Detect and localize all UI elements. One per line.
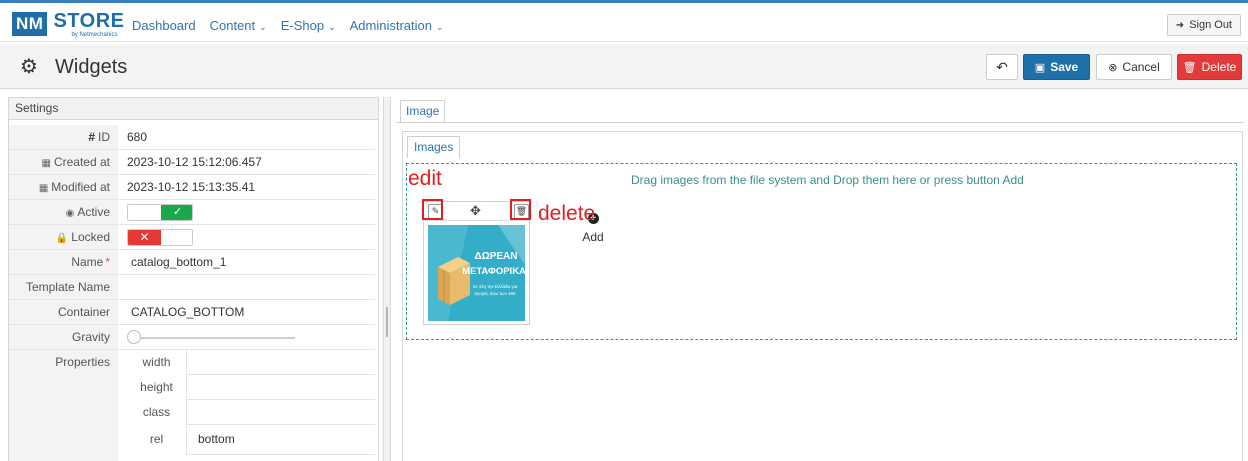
modified-value: 2023-10-12 15:13:35.41: [119, 175, 375, 200]
trash-icon: 🗑: [1182, 61, 1197, 74]
save-button[interactable]: ▣ Save: [1023, 54, 1090, 80]
hash-icon: #: [88, 130, 95, 144]
brand-logo[interactable]: NM STORE by Netmechanics: [12, 10, 125, 38]
svg-text:ΜΕΤΑΦΟΡΙΚΑ: ΜΕΤΑΦΟΡΙΚΑ: [462, 266, 525, 277]
row-modified: ▦ Modified at 2023-10-12 15:13:35.41: [9, 175, 379, 200]
gravity-slider-handle[interactable]: [127, 330, 141, 344]
id-value: 680: [119, 125, 375, 150]
svg-text:αγορές άνω των 40€: αγορές άνω των 40€: [474, 290, 516, 296]
row-locked: 🔒 Locked ✕: [9, 225, 379, 250]
chevron-down-icon: ⌄: [436, 22, 444, 32]
page-title: Widgets: [55, 56, 128, 78]
property-value-input[interactable]: bottom: [188, 425, 374, 450]
active-toggle[interactable]: ✓: [127, 204, 193, 221]
template-input[interactable]: [119, 275, 375, 300]
row-container: Container CATALOG_BOTTOM: [9, 300, 379, 325]
property-value-input[interactable]: [188, 375, 374, 400]
page-header: ⚙ Widgets ↶ ▣ Save ⊗ Cancel 🗑 Delete: [0, 45, 1248, 89]
row-name: Name * catalog_bottom_1: [9, 250, 379, 275]
chevron-down-icon: ⌄: [259, 22, 267, 32]
container-input[interactable]: CATALOG_BOTTOM: [119, 300, 375, 325]
annotation-delete: delete: [538, 202, 596, 225]
lock-icon: 🔒: [55, 233, 69, 244]
menu-content[interactable]: Content ⌄: [210, 18, 267, 33]
created-value: 2023-10-12 15:12:06.457: [119, 150, 375, 175]
edit-highlight-box: [422, 199, 443, 220]
svg-text:ΔΩΡΕΑΝ: ΔΩΡΕΑΝ: [475, 251, 518, 262]
cancel-button[interactable]: ⊗ Cancel: [1096, 54, 1172, 80]
menu-dashboard[interactable]: Dashboard: [132, 18, 196, 33]
property-row: width: [127, 350, 375, 375]
tab-images[interactable]: Images: [407, 136, 461, 158]
cancel-circle-icon: ⊗: [1108, 61, 1118, 74]
property-row: rel bottom: [127, 425, 375, 455]
locked-toggle[interactable]: ✕: [127, 229, 193, 246]
settings-panel: Settings # ID 680 ▦ Created at 2023-10-12 …: [8, 97, 379, 461]
row-created: ▦ Created at 2023-10-12 15:12:06.457: [9, 150, 379, 175]
move-icon[interactable]: ✥: [470, 203, 481, 219]
required-marker: *: [105, 255, 110, 269]
property-value-input[interactable]: [188, 400, 374, 425]
main-menu: Dashboard Content ⌄ E-Shop ⌄ Administratio…: [132, 18, 458, 33]
name-input[interactable]: catalog_bottom_1: [119, 250, 375, 275]
row-active: ◉ Active ✓: [9, 200, 379, 225]
calendar-icon: ▦: [41, 158, 51, 169]
gears-icon: ⚙: [20, 56, 38, 78]
panel-splitter[interactable]: [383, 97, 391, 461]
property-row: class: [127, 400, 375, 425]
chevron-down-icon: ⌄: [328, 22, 336, 32]
top-navbar: NM STORE by Netmechanics Dashboard Conte…: [0, 0, 1248, 42]
image-tile: ✎ ✥ 🗑 ΔΩΡΕΑΝ ΜΕΤΑΦΟΡΙΚΑ σε όλη την Ελλάδ…: [422, 199, 531, 325]
gravity-slider-track[interactable]: [135, 337, 295, 339]
floppy-icon: ▣: [1034, 61, 1046, 74]
property-row: height: [127, 375, 375, 400]
undo-icon: ↶: [996, 58, 1008, 75]
settings-header: Settings: [9, 98, 378, 120]
menu-eshop[interactable]: E-Shop ⌄: [281, 18, 336, 33]
eye-icon: ◉: [65, 208, 75, 219]
content-panel: Image Images Drag images from the file s…: [396, 97, 1248, 461]
delete-button[interactable]: 🗑 Delete: [1177, 54, 1242, 80]
back-button[interactable]: ↶: [986, 54, 1018, 80]
annotation-edit: edit: [408, 167, 442, 190]
menu-administration[interactable]: Administration ⌄: [350, 18, 444, 33]
logo-store: STORE by Netmechanics: [53, 9, 125, 38]
sign-out-button[interactable]: ➜ Sign Out: [1166, 14, 1241, 36]
calendar-icon: ▦: [38, 183, 49, 194]
row-id: # ID 680: [9, 125, 379, 150]
logo-nm: NM: [12, 12, 48, 36]
x-icon: ✕: [128, 230, 161, 245]
free-shipping-banner: ΔΩΡΕΑΝ ΜΕΤΑΦΟΡΙΚΑ σε όλη την Ελλάδα για …: [428, 225, 525, 321]
sign-out-icon: ➜: [1175, 19, 1185, 31]
row-gravity: Gravity: [9, 325, 379, 350]
tab-image[interactable]: Image: [400, 100, 446, 122]
svg-text:σε όλη την Ελλάδα για: σε όλη την Ελλάδα για: [473, 283, 518, 289]
delete-highlight-box: [510, 199, 531, 220]
check-icon: ✓: [161, 205, 192, 220]
image-drop-zone[interactable]: Drag images from the file system and Dro…: [406, 163, 1237, 340]
row-template: Template Name: [9, 275, 379, 300]
drop-hint: Drag images from the file system and Dro…: [631, 173, 1024, 187]
image-thumbnail[interactable]: ΔΩΡΕΑΝ ΜΕΤΑΦΟΡΙΚΑ σε όλη την Ελλάδα για …: [428, 225, 525, 321]
property-value-input[interactable]: [188, 350, 374, 375]
